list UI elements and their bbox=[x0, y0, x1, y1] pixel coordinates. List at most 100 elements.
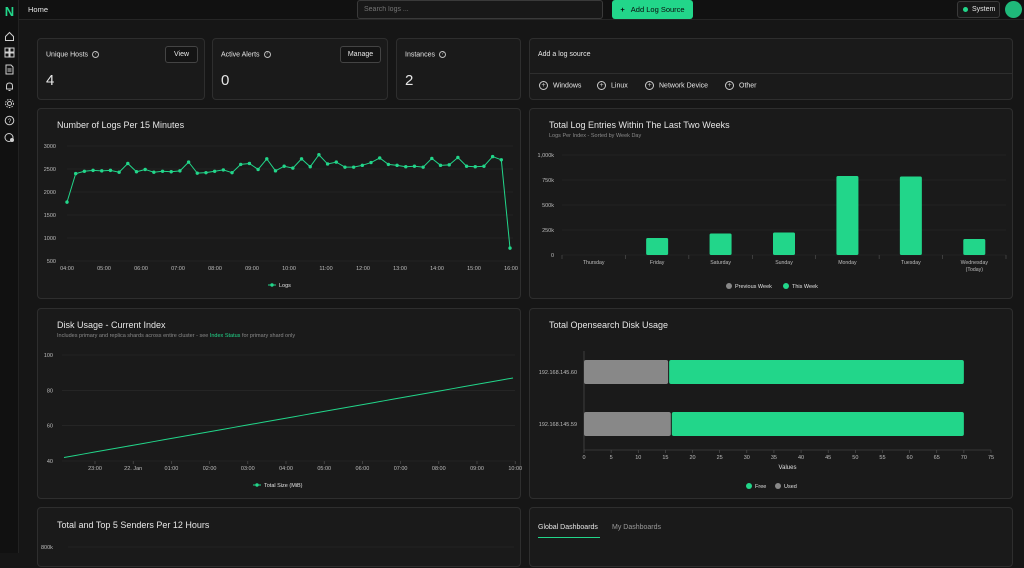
bar-this-week bbox=[773, 232, 795, 255]
data-point bbox=[91, 168, 95, 173]
help-icon[interactable]: ? bbox=[4, 115, 15, 126]
series-line-total-size bbox=[63, 377, 514, 458]
bar-used bbox=[584, 412, 671, 436]
x-tick-label: 08:00 bbox=[432, 466, 446, 472]
legend-label-previous-week: Previous Week bbox=[735, 284, 772, 290]
data-point bbox=[343, 165, 347, 169]
opensearch-disk-bar-chart: 0 5 10 15 20 25 30 35 40 45 50 55 60 65 70 75 Values 192.… bbox=[539, 351, 994, 490]
tab-global-dashboards[interactable]: Global Dashboards bbox=[538, 524, 598, 531]
dashboard-icon[interactable] bbox=[4, 47, 15, 58]
data-point bbox=[464, 164, 469, 168]
x-tick-label: 35 bbox=[771, 455, 777, 461]
data-point bbox=[299, 157, 304, 161]
y-tick-label: 0 bbox=[551, 253, 554, 259]
x-tick-label: 05:00 bbox=[317, 466, 331, 472]
data-point bbox=[273, 169, 278, 173]
y-tick-label: 80 bbox=[47, 388, 53, 394]
x-tick-label: 55 bbox=[879, 455, 885, 461]
source-option-linux[interactable]: + Linux bbox=[597, 81, 628, 90]
x-tick-label: 65 bbox=[934, 455, 940, 461]
x-tick-label: 10:00 bbox=[508, 466, 522, 472]
data-point bbox=[134, 170, 139, 174]
breadcrumb-home[interactable]: Home bbox=[28, 5, 48, 14]
source-option-other[interactable]: + Other bbox=[725, 81, 757, 90]
dashboards-card: Global Dashboards My Dashboards bbox=[529, 507, 1013, 567]
system-status-button[interactable]: System bbox=[957, 1, 1000, 18]
data-point bbox=[447, 163, 451, 167]
y-tick-label: 192.168.145.60 bbox=[539, 370, 577, 376]
y-tick-label: 250k bbox=[542, 228, 554, 234]
y-tick-label: 100 bbox=[44, 353, 53, 359]
system-label: System bbox=[972, 6, 996, 13]
y-tick-label: 1500 bbox=[44, 213, 56, 219]
x-tick-label: 09:00 bbox=[245, 266, 259, 272]
weekly-log-entries-card: Total Log Entries Within The Last Two We… bbox=[529, 108, 1013, 299]
status-icon[interactable] bbox=[4, 132, 15, 143]
source-option-windows[interactable]: + Windows bbox=[539, 81, 581, 90]
logs-per-15-min-card: Number of Logs Per 15 Minutes 3000 2500 20… bbox=[37, 108, 521, 299]
x-tick-label: 30 bbox=[744, 455, 750, 461]
svg-text:?: ? bbox=[8, 118, 12, 125]
view-hosts-button[interactable]: View bbox=[165, 46, 198, 63]
x-axis-label: Values bbox=[779, 465, 797, 471]
x-tick-label: 09:00 bbox=[470, 466, 484, 472]
plus-circle-icon: + bbox=[725, 81, 734, 90]
tab-my-dashboards[interactable]: My Dashboards bbox=[612, 524, 661, 531]
info-icon[interactable]: ? bbox=[438, 51, 446, 58]
info-icon[interactable]: ? bbox=[92, 51, 100, 58]
bar-free bbox=[671, 412, 964, 436]
search-input[interactable] bbox=[357, 0, 603, 19]
bar-this-week bbox=[646, 238, 669, 255]
x-tick-label: 06:00 bbox=[134, 266, 148, 272]
manage-alerts-button[interactable]: Manage bbox=[340, 46, 381, 63]
divider bbox=[530, 73, 1012, 74]
x-tick-label: 07:00 bbox=[394, 466, 408, 472]
bar-this-week bbox=[899, 176, 922, 255]
x-tick-label: 06:00 bbox=[356, 466, 370, 472]
y-tick-label: 1,000k bbox=[537, 153, 554, 159]
x-tick-label: Monday bbox=[838, 260, 857, 266]
x-tick-label: 11:00 bbox=[319, 266, 332, 272]
data-point bbox=[291, 166, 295, 170]
x-tick-label: 0 bbox=[582, 455, 585, 461]
data-point bbox=[204, 170, 208, 175]
y-tick-label: 3000 bbox=[44, 144, 56, 150]
top-senders-card: Total and Top 5 Senders Per 12 Hours 800… bbox=[37, 507, 521, 567]
instances-value: 2 bbox=[405, 72, 414, 89]
plus-icon: + bbox=[620, 5, 625, 14]
x-tick-label: 75 bbox=[988, 455, 994, 461]
legend-marker bbox=[775, 483, 781, 489]
legend-label-logs: Logs bbox=[279, 283, 291, 289]
x-tick-label: 50 bbox=[852, 455, 858, 461]
x-tick-label: 15:00 bbox=[467, 266, 481, 272]
source-option-label: Other bbox=[739, 82, 757, 90]
plus-circle-icon: + bbox=[597, 81, 606, 90]
source-option-network-device[interactable]: + Network Device bbox=[645, 81, 708, 90]
info-icon[interactable]: ? bbox=[263, 51, 271, 58]
gear-icon[interactable] bbox=[4, 98, 15, 109]
data-point bbox=[186, 160, 191, 164]
active-alerts-title: Active Alerts bbox=[221, 51, 260, 59]
data-point bbox=[178, 169, 182, 173]
top-bar: Home + Add Log Source System bbox=[19, 0, 1024, 20]
x-tick-label: 07:00 bbox=[171, 266, 185, 272]
x-tick-label: 08:00 bbox=[208, 266, 222, 272]
app-logo[interactable]: N bbox=[3, 5, 16, 18]
home-icon[interactable] bbox=[4, 31, 15, 42]
avatar[interactable] bbox=[1005, 1, 1022, 18]
data-point bbox=[143, 167, 147, 172]
y-tick-label: 2500 bbox=[44, 167, 56, 173]
status-dot bbox=[963, 7, 968, 12]
bar-this-week bbox=[836, 176, 859, 255]
data-point bbox=[212, 169, 217, 173]
document-icon[interactable] bbox=[4, 64, 15, 75]
senders-chart: 800k bbox=[41, 545, 514, 551]
bell-icon[interactable] bbox=[4, 81, 15, 92]
x-tick-label: 02:00 bbox=[203, 466, 217, 472]
add-log-source-button[interactable]: + Add Log Source bbox=[612, 0, 693, 19]
bar-this-week bbox=[709, 233, 732, 255]
data-point bbox=[152, 170, 156, 174]
data-point bbox=[282, 164, 286, 168]
x-tick-label: 16:00 bbox=[504, 266, 518, 272]
x-tick-label: 12:00 bbox=[356, 266, 370, 272]
